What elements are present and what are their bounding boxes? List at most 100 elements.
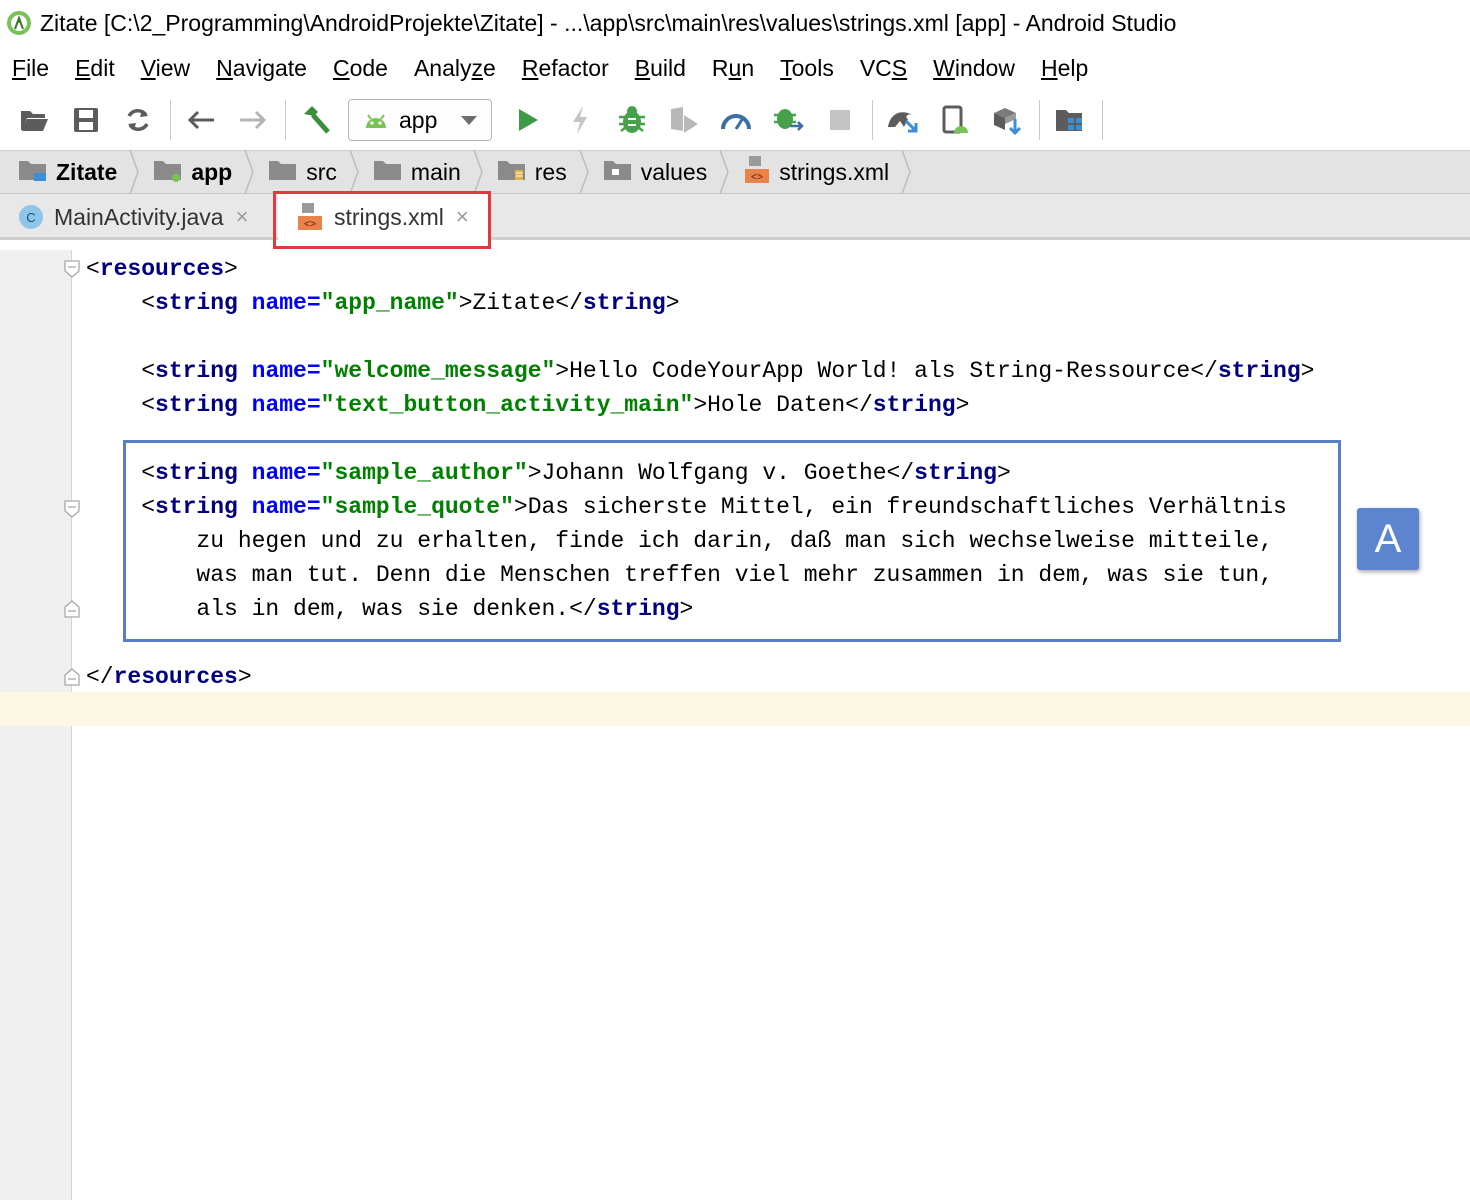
code-token: < bbox=[86, 358, 156, 384]
annotation-highlight-frame bbox=[123, 440, 1341, 642]
code-line: </resources> bbox=[86, 660, 1314, 694]
breadcrumb-label: values bbox=[640, 158, 708, 185]
menu-item[interactable]: Build bbox=[635, 55, 686, 82]
code-token: > bbox=[1300, 358, 1315, 384]
menu-item[interactable]: Tools bbox=[780, 55, 834, 82]
debug-icon bbox=[619, 106, 645, 133]
fold-open-icon[interactable] bbox=[64, 500, 80, 518]
folder-icon bbox=[373, 160, 401, 180]
menu-item[interactable]: File bbox=[12, 55, 49, 82]
code-line: <string name="text_button_activity_main"… bbox=[86, 388, 1314, 422]
code-token: string bbox=[582, 290, 666, 316]
breadcrumb-item[interactable]: <> strings.xml bbox=[743, 149, 925, 195]
code-line: <string name="welcome_message">Hello Cod… bbox=[86, 354, 1314, 388]
project-structure-button[interactable] bbox=[1050, 100, 1090, 140]
breadcrumb-label: src bbox=[306, 158, 337, 185]
menu-item[interactable]: Code bbox=[333, 55, 388, 82]
profile-icon bbox=[721, 114, 751, 130]
menu-item[interactable]: Edit bbox=[75, 55, 115, 82]
code-token: string bbox=[155, 290, 252, 316]
menu-item[interactable]: Navigate bbox=[216, 55, 307, 82]
save-button[interactable] bbox=[66, 100, 106, 140]
folder-icon bbox=[19, 160, 46, 181]
code-token: name= bbox=[251, 358, 321, 384]
chevron-right-icon bbox=[473, 149, 483, 195]
apply-changes-button[interactable] bbox=[560, 100, 600, 140]
fold-close-icon[interactable] bbox=[64, 668, 80, 686]
forward-arrow-icon bbox=[240, 110, 267, 130]
chevron-right-icon bbox=[244, 149, 255, 195]
chevron-right-icon bbox=[129, 149, 140, 195]
code-token: < bbox=[86, 392, 156, 418]
folder-icon bbox=[154, 160, 182, 182]
attach-to-process-button[interactable] bbox=[768, 100, 808, 140]
forward-button[interactable] bbox=[233, 100, 273, 140]
close-icon[interactable]: × bbox=[236, 204, 249, 230]
code-line: <resources> bbox=[86, 252, 1314, 286]
code-editor[interactable]: <resources> <string name="app_name">Zita… bbox=[0, 250, 1470, 1200]
profile-button[interactable] bbox=[716, 100, 756, 140]
menu-item[interactable]: VCS bbox=[860, 55, 907, 82]
fold-open-icon[interactable] bbox=[64, 260, 80, 278]
gradle-sync-icon bbox=[888, 112, 918, 133]
project-structure-icon bbox=[1056, 110, 1082, 131]
chevron-right-icon bbox=[719, 149, 730, 195]
toolbar-separator bbox=[285, 100, 286, 140]
chevron-down-icon bbox=[461, 115, 477, 125]
menu-item[interactable]: Analyze bbox=[414, 55, 496, 82]
build-hammer-icon bbox=[304, 106, 330, 134]
attach-debugger-button[interactable] bbox=[664, 100, 704, 140]
close-icon[interactable]: × bbox=[456, 204, 469, 230]
caret-line-highlight bbox=[0, 692, 1470, 726]
gradle-sync-button[interactable] bbox=[883, 100, 923, 140]
code-token: > bbox=[665, 290, 680, 316]
chevron-right-icon bbox=[901, 149, 911, 195]
breadcrumb-item[interactable]: values bbox=[603, 149, 743, 195]
chevron-right-icon bbox=[349, 149, 359, 195]
breadcrumb-label: res bbox=[534, 158, 567, 185]
breadcrumb-item[interactable]: src bbox=[268, 149, 373, 195]
code-token: name= bbox=[251, 392, 321, 418]
breadcrumb-item[interactable]: main bbox=[373, 149, 497, 195]
open-folder-button[interactable] bbox=[14, 100, 54, 140]
run-button[interactable] bbox=[508, 100, 548, 140]
code-token: </ bbox=[86, 664, 114, 690]
code-token: resources bbox=[113, 664, 238, 690]
code-token: "welcome_message" bbox=[320, 358, 556, 384]
back-button[interactable] bbox=[181, 100, 221, 140]
sync-button[interactable] bbox=[118, 100, 158, 140]
breadcrumb-label: main bbox=[410, 158, 461, 185]
editor-tab-bar: C MainActivity.java × <> strings.xml × bbox=[0, 194, 1470, 240]
svg-text:C: C bbox=[26, 210, 35, 225]
avd-manager-button[interactable] bbox=[935, 100, 975, 140]
android-icon bbox=[366, 114, 386, 128]
menu-item[interactable]: Run bbox=[712, 55, 754, 82]
svg-text:<>: <> bbox=[751, 173, 763, 184]
code-token: "text_button_activity_main" bbox=[320, 392, 694, 418]
tab-mainactivity-java[interactable]: C MainActivity.java × bbox=[18, 194, 268, 240]
stop-icon bbox=[830, 110, 850, 130]
run-configuration-dropdown[interactable]: app bbox=[348, 99, 492, 141]
breadcrumb-label: app bbox=[191, 158, 233, 185]
breadcrumb-item[interactable]: Zitate bbox=[18, 149, 153, 195]
code-line: <string name="app_name">Zitate</string> bbox=[86, 286, 1314, 320]
stop-button[interactable] bbox=[820, 100, 860, 140]
toolbar-separator bbox=[872, 100, 873, 140]
breadcrumb: Zitate app src main res values <> strings.xml bbox=[0, 149, 1470, 195]
menu-item[interactable]: Refactor bbox=[522, 55, 609, 82]
breadcrumb-item[interactable]: res bbox=[497, 149, 603, 195]
main-toolbar: app bbox=[0, 92, 1470, 148]
make-project-button[interactable] bbox=[296, 100, 336, 140]
menu-item[interactable]: Window bbox=[933, 55, 1015, 82]
save-icon bbox=[74, 108, 98, 132]
menu-item[interactable]: View bbox=[141, 55, 190, 82]
window-title: Zitate [C:\2_Programming\AndroidProjekte… bbox=[40, 9, 1177, 36]
breadcrumb-item[interactable]: app bbox=[153, 149, 268, 195]
fold-close-icon[interactable] bbox=[64, 600, 80, 618]
sdk-manager-button[interactable] bbox=[987, 100, 1027, 140]
menu-item[interactable]: Help bbox=[1041, 55, 1088, 82]
folder-icon bbox=[269, 160, 297, 180]
tab-strings-xml[interactable]: <> strings.xml × bbox=[278, 194, 488, 240]
debug-button[interactable] bbox=[612, 100, 652, 140]
